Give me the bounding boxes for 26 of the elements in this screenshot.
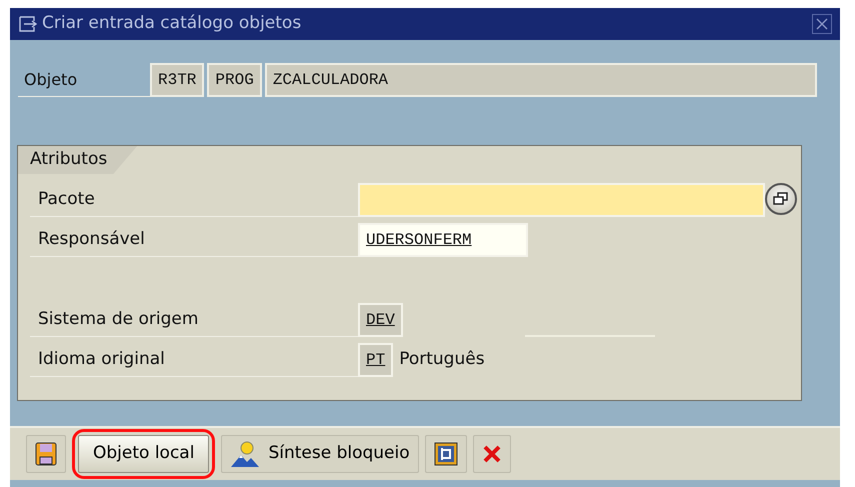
- windows-icon: [773, 192, 789, 206]
- field-label: Idioma original: [30, 343, 358, 377]
- value-help-button[interactable]: [765, 183, 797, 215]
- readonly-field: PROG: [207, 63, 262, 97]
- field-description: Português: [399, 348, 485, 372]
- cancel-icon: [482, 444, 502, 464]
- toolbar-button[interactable]: Objeto local: [78, 435, 210, 473]
- input-field[interactable]: [358, 183, 765, 217]
- frame-icon: [434, 442, 458, 466]
- field-label: Pacote: [30, 183, 358, 217]
- input-field[interactable]: UDERSONFERM: [358, 223, 528, 257]
- toolbar-button[interactable]: Síntese bloqueio: [221, 435, 419, 473]
- field-label: Sistema de origem: [30, 303, 358, 337]
- frame-button[interactable]: [424, 435, 467, 473]
- readonly-field: ZCALCULADORA: [264, 63, 817, 97]
- readonly-field: DEV: [358, 303, 403, 337]
- readonly-field: PT: [358, 343, 394, 377]
- mountain-sun-icon: [230, 440, 260, 468]
- close-icon[interactable]: [812, 14, 832, 34]
- readonly-field: R3TR: [150, 63, 204, 97]
- save-icon: [35, 442, 57, 466]
- save-button[interactable]: [26, 435, 66, 473]
- window-title: Criar entrada catálogo objetos: [42, 12, 302, 36]
- field-label: Responsável: [30, 223, 358, 257]
- window-icon: [18, 15, 38, 33]
- cancel-button[interactable]: [472, 435, 511, 473]
